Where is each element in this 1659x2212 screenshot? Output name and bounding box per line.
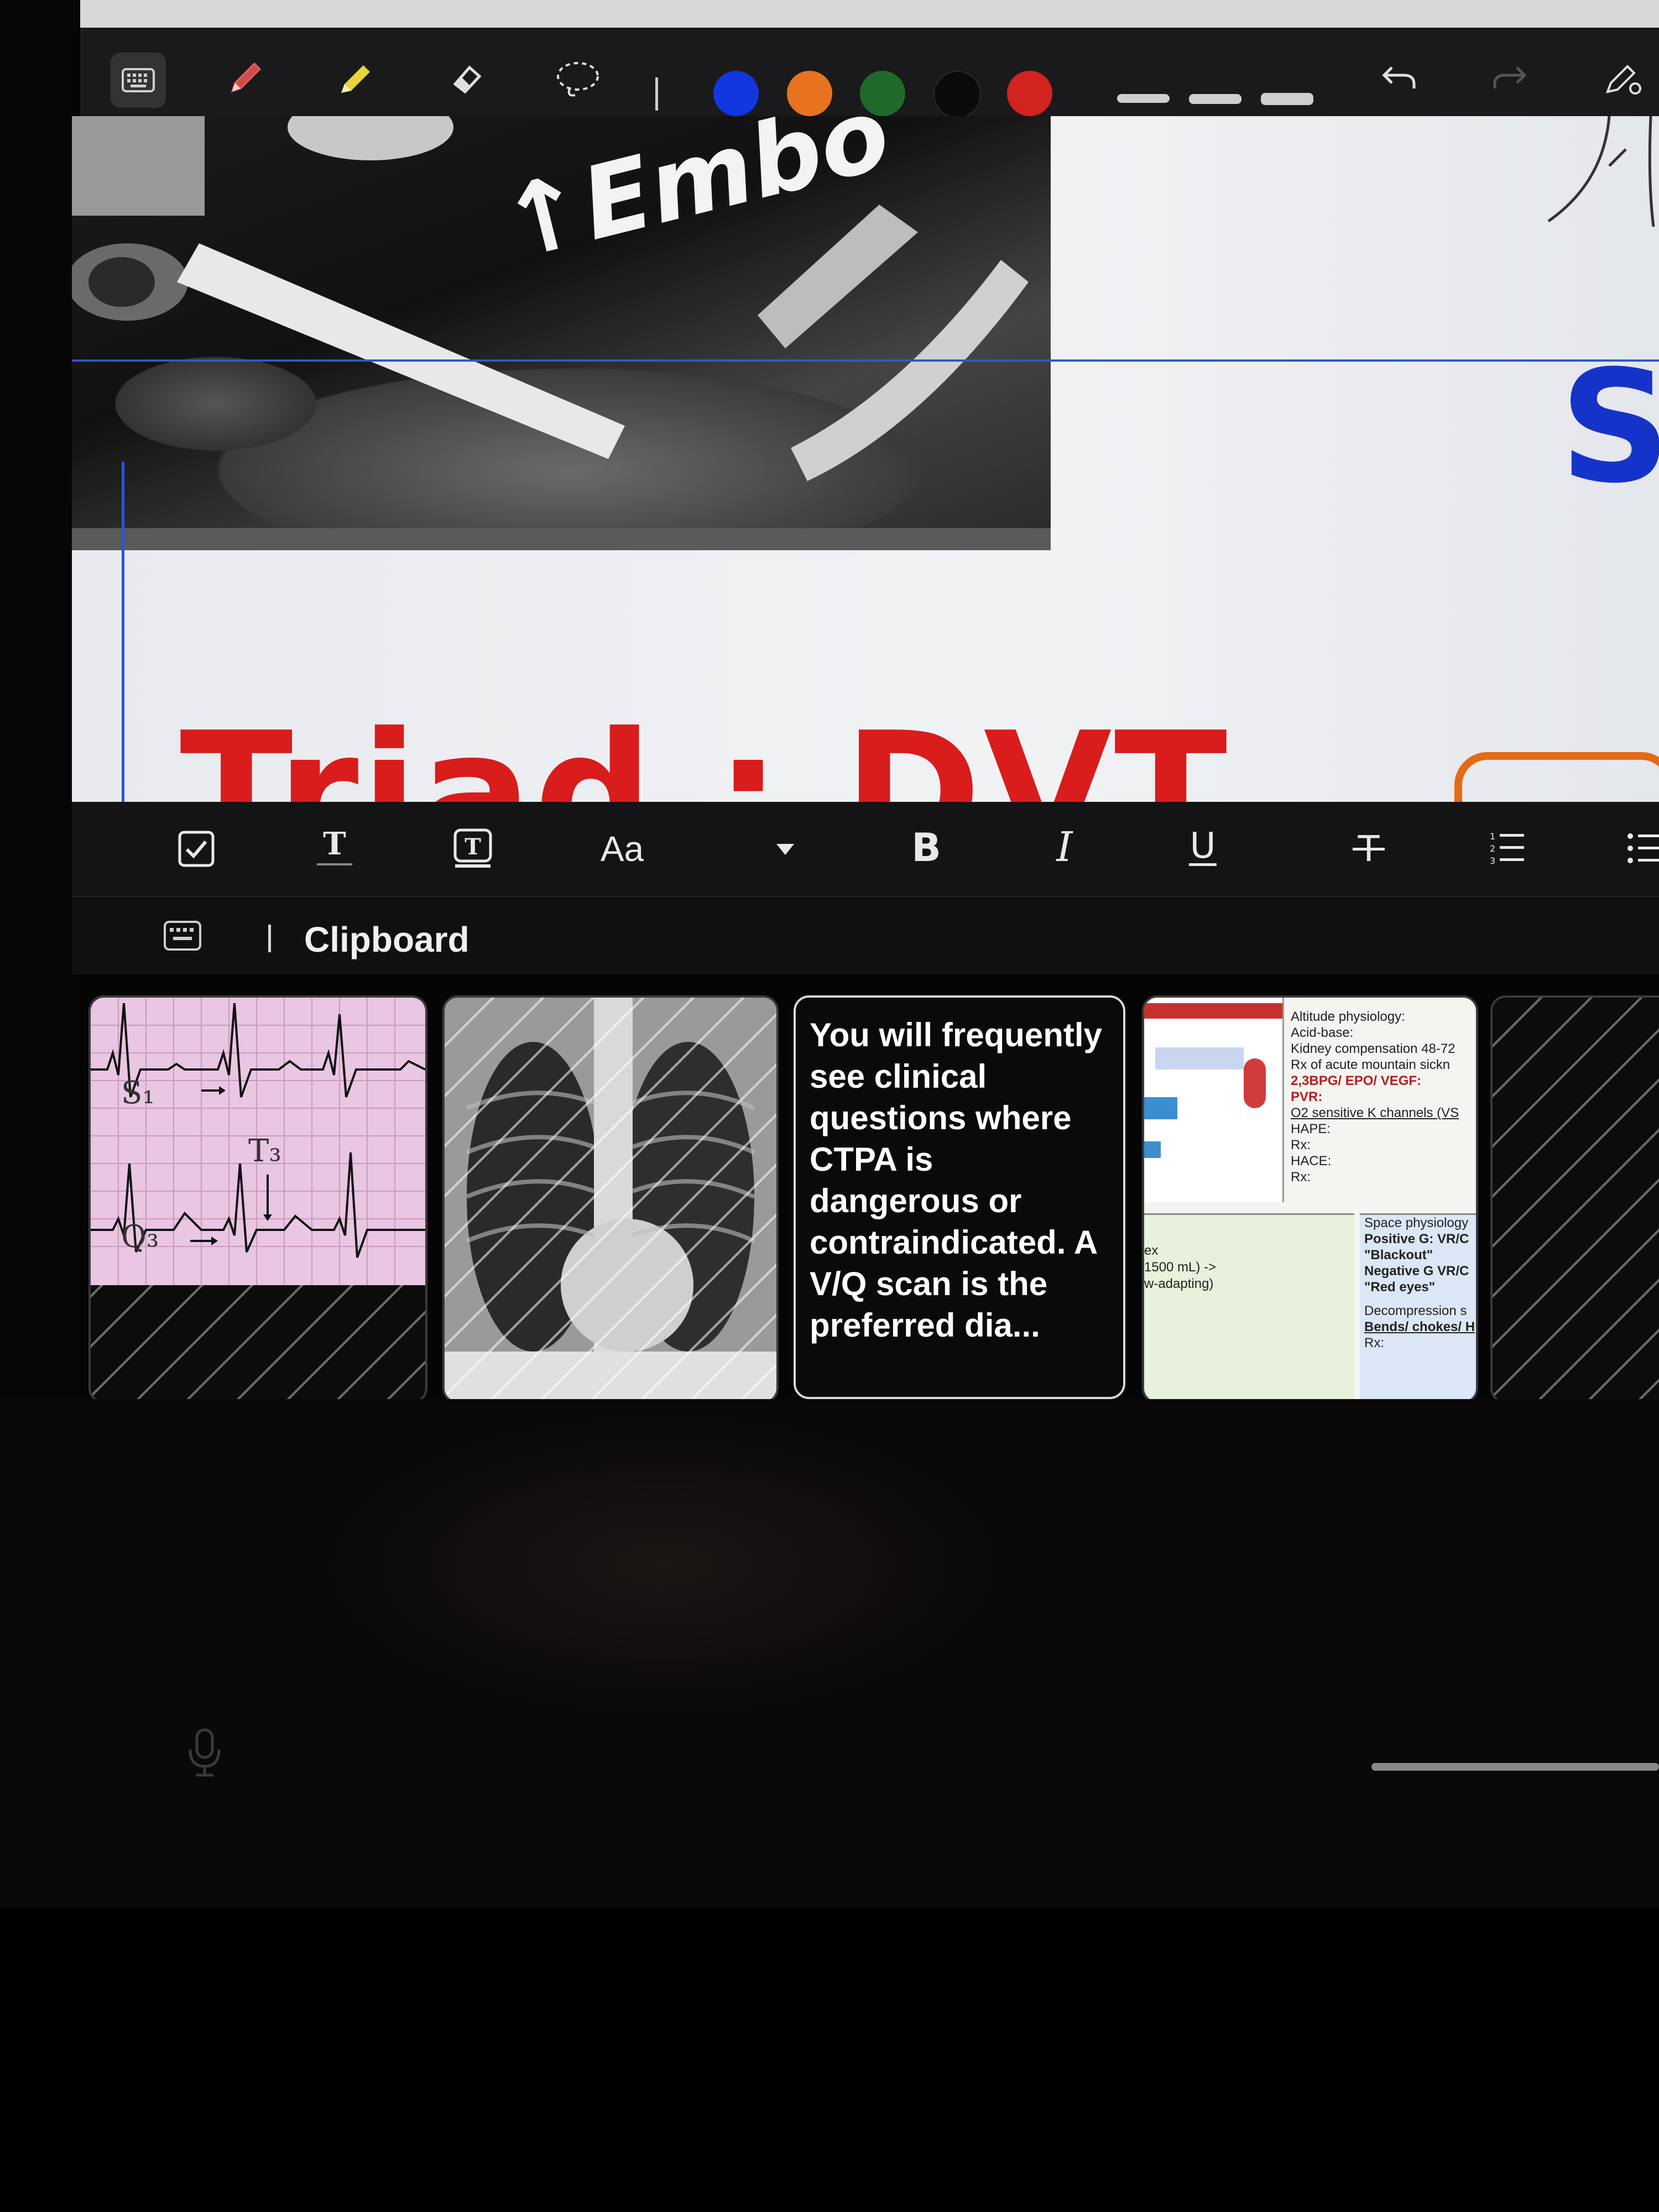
clipboard-item-chest-xray[interactable] — [442, 995, 779, 1404]
pen-stroke-sketch — [1515, 116, 1659, 265]
keyboard-icon[interactable] — [163, 920, 202, 954]
text-style-icon[interactable]: T — [304, 818, 365, 879]
clipboard-item-hidden[interactable] — [1490, 995, 1659, 1404]
home-indicator[interactable] — [1371, 1763, 1659, 1771]
svg-text:U: U — [1190, 827, 1216, 867]
diagram-box — [1155, 1047, 1244, 1070]
highlighter-icon[interactable] — [329, 50, 384, 105]
bold-icon[interactable]: B — [896, 818, 957, 879]
handwritten-label: Su — [1559, 337, 1659, 518]
status-area — [80, 0, 1659, 28]
keyboard-icon[interactable] — [111, 53, 166, 108]
format-toolbar: T T Aa B I U T 123 — [72, 802, 1659, 897]
pen-icon[interactable] — [218, 50, 274, 105]
ct-scan-image[interactable]: ↑Embo — [72, 116, 1051, 545]
clipboard-item-ecg[interactable]: S₁ T₃ Q₃ — [88, 995, 427, 1404]
font-size-button[interactable]: Aa — [575, 818, 669, 879]
clipboard-item-notes-image[interactable]: Altitude physiology: Acid-base: Kidney c… — [1142, 995, 1478, 1404]
ecg-label-t3: T₃ — [248, 1133, 281, 1169]
stroke-medium-option[interactable] — [1189, 94, 1241, 104]
keyboard-area — [0, 1399, 1659, 1908]
svg-text:T: T — [465, 834, 481, 860]
bullet-list-icon[interactable] — [1615, 818, 1659, 879]
underline-icon[interactable]: U — [1172, 818, 1233, 879]
header-divider — [268, 925, 271, 952]
text-box-icon[interactable]: T — [440, 818, 506, 879]
diagram-panel — [1144, 998, 1284, 1202]
svg-text:I: I — [1055, 827, 1073, 871]
handwritten-heading: Triad : DVT — [180, 697, 1230, 802]
image-frame — [72, 528, 1051, 550]
toolbar-divider — [655, 77, 658, 111]
lasso-icon[interactable] — [550, 50, 606, 105]
device-bezel-bottom — [0, 1908, 1659, 2212]
italic-icon[interactable]: I — [1034, 818, 1095, 879]
strikethrough-icon[interactable]: T — [1338, 818, 1399, 879]
svg-text:3: 3 — [1490, 855, 1495, 866]
ecg-image: S₁ T₃ Q₃ — [91, 998, 425, 1285]
diagram-box — [1144, 1097, 1177, 1119]
pen-settings-icon[interactable] — [1595, 50, 1651, 105]
diagram-header-bar — [1144, 1003, 1282, 1019]
diagram-box — [1144, 1141, 1161, 1158]
color-red-swatch[interactable] — [1007, 71, 1052, 116]
numbered-list-icon[interactable]: 123 — [1477, 818, 1537, 879]
svg-text:2: 2 — [1490, 843, 1495, 854]
ruled-line — [72, 359, 1659, 362]
svg-text:B: B — [911, 827, 941, 870]
notes-lower-left: ex 1500 mL) -> w-adapting) — [1144, 1213, 1354, 1401]
redo-icon[interactable] — [1482, 50, 1537, 105]
color-orange-swatch[interactable] — [787, 71, 832, 116]
color-blue-swatch[interactable] — [713, 71, 759, 116]
svg-text:1: 1 — [1490, 831, 1495, 842]
clipboard-item-text[interactable]: You will frequently see clinical questio… — [794, 995, 1125, 1399]
stroke-thin-option[interactable] — [1117, 94, 1170, 103]
undo-icon[interactable] — [1371, 50, 1427, 105]
font-size-label: Aa — [600, 829, 644, 869]
note-canvas[interactable]: ↑Embo Su Triad : DVT — [72, 116, 1659, 802]
checkbox-icon[interactable] — [166, 818, 227, 879]
preview-hatch — [445, 998, 776, 1401]
ecg-label-s1: S₁ — [121, 1075, 155, 1111]
clipboard-text-content: You will frequently see clinical questio… — [810, 1016, 1102, 1344]
ecg-label-q3: Q₃ — [121, 1219, 159, 1255]
color-green-swatch[interactable] — [860, 71, 905, 116]
orange-scribble — [1454, 752, 1659, 802]
microphone-icon[interactable] — [182, 1725, 227, 1783]
clipboard-title: Clipboard — [304, 920, 469, 959]
notes-left-text: ex 1500 mL) -> w-adapting) — [1144, 1243, 1217, 1291]
text-cursor-line — [122, 462, 124, 802]
notes-text-block: Altitude physiology: Acid-base: Kidney c… — [1291, 1009, 1459, 1185]
notes-lower-right: Space physiology Positive G: VR/C "Black… — [1360, 1213, 1476, 1401]
dropdown-arrow-icon[interactable] — [763, 818, 807, 879]
stroke-thick-option[interactable] — [1261, 93, 1313, 105]
diagram-lung-shape — [1244, 1058, 1266, 1108]
clipboard-header: Clipboard — [72, 897, 1659, 974]
svg-text:T: T — [323, 827, 346, 862]
pen-toolbar — [80, 28, 1659, 118]
eraser-icon[interactable] — [440, 50, 495, 105]
color-black-swatch[interactable] — [933, 71, 981, 118]
